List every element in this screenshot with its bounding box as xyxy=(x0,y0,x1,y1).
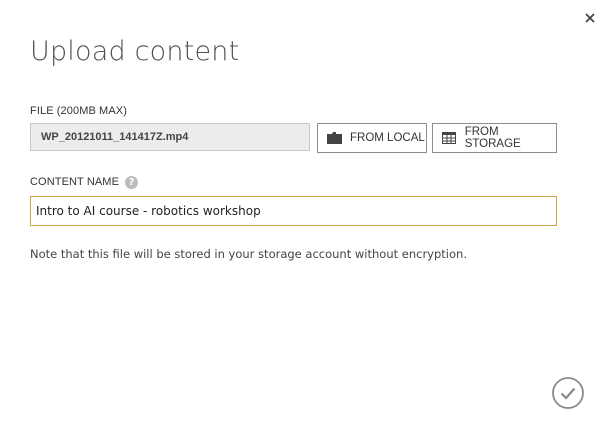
close-button[interactable] xyxy=(582,10,598,26)
upload-content-dialog: Upload content FILE (200MB MAX) WP_20121… xyxy=(0,0,610,435)
close-icon xyxy=(585,13,595,23)
grid-icon xyxy=(441,131,457,145)
file-path-field: WP_20121011_141417Z.mp4 xyxy=(30,123,310,151)
encryption-note: Note that this file will be stored in yo… xyxy=(30,247,467,261)
content-name-label-row: CONTENT NAME ? xyxy=(30,176,139,189)
content-name-label: CONTENT NAME xyxy=(30,176,120,188)
file-label: FILE (200MB MAX) xyxy=(30,105,127,117)
content-name-input[interactable] xyxy=(30,196,557,226)
from-local-button[interactable]: FROM LOCAL xyxy=(317,123,427,153)
from-storage-button[interactable]: FROM STORAGE xyxy=(432,123,557,153)
folder-icon xyxy=(326,131,342,145)
from-storage-label: FROM STORAGE xyxy=(464,126,521,150)
dialog-title: Upload content xyxy=(30,36,240,67)
help-icon[interactable]: ? xyxy=(125,176,139,189)
from-local-label: FROM LOCAL xyxy=(350,132,425,144)
confirm-button[interactable] xyxy=(552,377,584,409)
checkmark-icon xyxy=(552,377,584,409)
